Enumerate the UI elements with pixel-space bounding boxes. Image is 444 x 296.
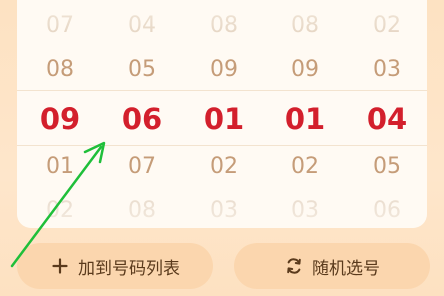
picker-value[interactable]: 05 (352, 153, 422, 181)
picker-value[interactable]: 08 (270, 12, 340, 40)
picker-selected-value[interactable]: 04 (352, 102, 422, 136)
random-pick-button[interactable]: 随机选号 (234, 243, 430, 289)
picker-value[interactable]: 05 (107, 56, 177, 84)
picker-value[interactable]: 08 (189, 12, 259, 40)
picker-value[interactable]: 07 (107, 153, 177, 181)
picker-column-4[interactable]: 08 09 01 02 03 (270, 0, 340, 228)
picker-selected-value[interactable]: 06 (107, 102, 177, 136)
picker-value[interactable]: 08 (107, 197, 177, 225)
picker-value[interactable]: 06 (352, 197, 422, 225)
picker-value[interactable]: 09 (270, 56, 340, 84)
number-picker[interactable]: 07 08 09 01 02 04 05 06 07 08 08 09 01 0… (17, 0, 427, 228)
picker-value[interactable]: 08 (25, 56, 95, 84)
picker-value[interactable]: 07 (25, 12, 95, 40)
random-pick-label: 随机选号 (312, 258, 380, 279)
picker-value[interactable]: 02 (189, 153, 259, 181)
picker-value[interactable]: 03 (270, 197, 340, 225)
picker-selected-value[interactable]: 01 (270, 102, 340, 136)
plus-icon (50, 256, 70, 276)
refresh-icon (284, 256, 304, 276)
picker-value[interactable]: 02 (270, 153, 340, 181)
page: 07 08 09 01 02 04 05 06 07 08 08 09 01 0… (0, 0, 444, 296)
add-to-list-label: 加到号码列表 (78, 258, 180, 279)
picker-value[interactable]: 04 (107, 12, 177, 40)
picker-selected-value[interactable]: 01 (189, 102, 259, 136)
picker-column-1[interactable]: 07 08 09 01 02 (25, 0, 95, 228)
picker-value[interactable]: 09 (189, 56, 259, 84)
picker-value[interactable]: 03 (352, 56, 422, 84)
picker-selected-value[interactable]: 09 (25, 102, 95, 136)
picker-column-3[interactable]: 08 09 01 02 03 (189, 0, 259, 228)
picker-value[interactable]: 01 (25, 153, 95, 181)
picker-column-5[interactable]: 02 03 04 05 06 (352, 0, 422, 228)
picker-value[interactable]: 02 (25, 197, 95, 225)
picker-column-2[interactable]: 04 05 06 07 08 (107, 0, 177, 228)
picker-value[interactable]: 03 (189, 197, 259, 225)
add-to-list-button[interactable]: 加到号码列表 (17, 243, 213, 289)
picker-value[interactable]: 02 (352, 12, 422, 40)
